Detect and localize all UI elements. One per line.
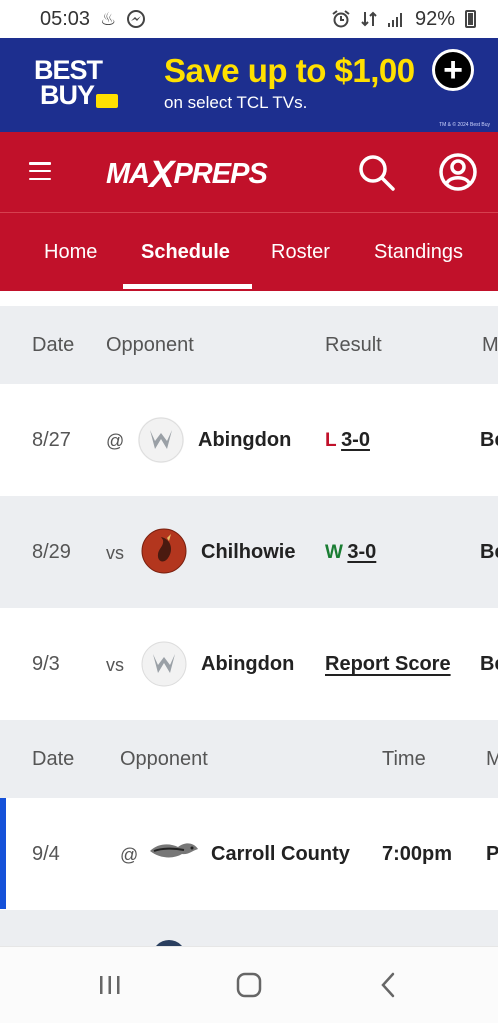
upcoming-table-header: Date Opponent Time M xyxy=(0,720,498,798)
logo-x: X xyxy=(149,154,174,196)
row-result[interactable]: L 3-0 xyxy=(325,429,370,452)
home-icon[interactable] xyxy=(229,967,269,1003)
row-venue: @ xyxy=(106,431,125,451)
app-header: MAXPREPS xyxy=(0,132,498,212)
search-icon[interactable] xyxy=(356,152,396,192)
row-venue: @ xyxy=(120,845,139,865)
account-icon[interactable] xyxy=(438,152,478,192)
bestbuy-logo: BEST BUY xyxy=(34,57,103,110)
logo-part-right: PREPS xyxy=(173,158,267,190)
result-score[interactable]: 3-0 xyxy=(341,429,370,451)
status-bar: 05:03 ♨ 92% xyxy=(0,0,498,38)
maxpreps-logo[interactable]: MAXPREPS xyxy=(106,154,268,197)
data-transfer-icon xyxy=(361,11,377,27)
row-opponent[interactable]: Abingdon xyxy=(198,429,291,452)
table-row[interactable]: 8/27 @ Abingdon L 3-0 Be xyxy=(0,384,498,496)
header-more: M xyxy=(482,334,498,356)
result-outcome: L xyxy=(325,430,337,451)
ad-fine-print: TM & © 2024 Best Buy xyxy=(439,122,490,128)
row-date: 8/27 xyxy=(32,429,71,451)
table-row[interactable] xyxy=(0,910,498,946)
tab-roster[interactable]: Roster xyxy=(271,241,330,264)
battery-icon xyxy=(465,10,476,28)
hamburger-menu-icon[interactable] xyxy=(29,162,51,180)
chilhowie-logo[interactable] xyxy=(141,528,187,574)
row-time: 7:00pm xyxy=(382,843,453,865)
header-time: Time xyxy=(382,748,426,770)
recent-apps-icon[interactable] xyxy=(90,967,130,1003)
tab-home[interactable]: Home xyxy=(44,241,97,264)
bestbuy-tag-icon xyxy=(96,94,118,108)
row-extra: Be xyxy=(480,541,498,563)
system-nav-bar xyxy=(0,946,498,1023)
row-date: 9/4 xyxy=(32,843,60,865)
carroll-county-logo[interactable] xyxy=(148,831,200,871)
result-outcome: W xyxy=(325,542,343,563)
tab-standings[interactable]: Standings xyxy=(374,241,463,264)
row-extra: P xyxy=(486,843,498,865)
result-score[interactable]: 3-0 xyxy=(347,541,376,563)
status-time: 05:03 xyxy=(40,7,91,30)
row-opponent[interactable]: Abingdon xyxy=(201,653,294,676)
battery-percent: 92% xyxy=(414,7,455,30)
table-row[interactable]: 9/3 vs Abingdon Report Score Be xyxy=(0,608,498,720)
header-date: Date xyxy=(32,334,75,356)
highlight-bar xyxy=(0,798,6,909)
row-extra: Be xyxy=(480,429,498,451)
header-date: Date xyxy=(32,748,75,770)
table-row[interactable]: 9/4 @ Carroll County 7:00pm P xyxy=(0,798,498,910)
team-tabs: Home Schedule Roster Standings xyxy=(0,212,498,291)
header-opponent: Opponent xyxy=(120,748,208,770)
table-row[interactable]: 8/29 vs Chilhowie W 3-0 Be xyxy=(0,496,498,608)
status-right: 92% xyxy=(331,8,476,31)
notification-icon: ♨ xyxy=(100,8,117,29)
row-opponent[interactable]: Carroll County xyxy=(211,843,350,866)
header-more: M xyxy=(486,748,498,770)
row-opponent[interactable]: Chilhowie xyxy=(201,541,295,564)
header-opponent: Opponent xyxy=(106,334,194,356)
ad-subline: on select TCL TVs. xyxy=(164,93,308,112)
signal-icon xyxy=(387,13,402,27)
alarm-icon xyxy=(332,10,350,28)
abingdon-logo[interactable] xyxy=(141,641,187,687)
row-date: 8/29 xyxy=(32,541,71,563)
back-icon[interactable] xyxy=(368,967,408,1003)
results-table-header: Date Opponent Result M xyxy=(0,306,498,384)
header-result: Result xyxy=(325,334,382,356)
ad-banner[interactable]: BEST BUY Save up to $1,00 on select TCL … xyxy=(0,38,498,132)
tab-schedule[interactable]: Schedule xyxy=(141,241,230,264)
row-date: 9/3 xyxy=(32,653,60,675)
plus-circle-icon[interactable]: + xyxy=(432,49,474,91)
ad-headline: Save up to $1,00 xyxy=(164,52,415,89)
bestbuy-logo-line2: BUY xyxy=(40,80,95,110)
row-venue: vs xyxy=(106,543,124,563)
row-venue: vs xyxy=(106,655,124,675)
spacer xyxy=(0,291,498,306)
report-score-link[interactable]: Report Score xyxy=(325,653,451,676)
abingdon-logo[interactable] xyxy=(138,417,184,463)
status-left: 05:03 ♨ xyxy=(40,8,146,31)
active-tab-indicator xyxy=(123,284,252,289)
row-extra: Be xyxy=(480,653,498,675)
messenger-icon xyxy=(127,10,146,28)
row-result[interactable]: W 3-0 xyxy=(325,541,376,564)
logo-part-left: MA xyxy=(106,158,150,190)
